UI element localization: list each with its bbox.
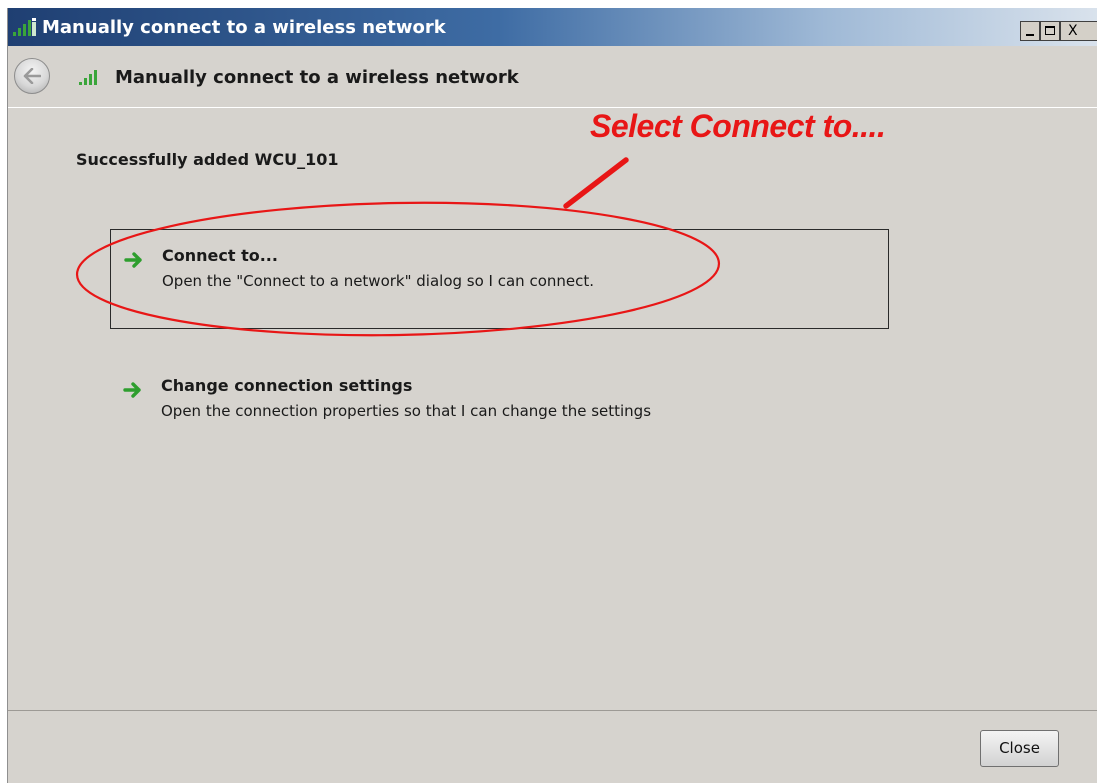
option-description: Open the "Connect to a network" dialog s… bbox=[162, 272, 595, 290]
back-arrow-icon bbox=[23, 68, 41, 84]
minimize-icon bbox=[1026, 34, 1034, 36]
status-message: Successfully added WCU_101 bbox=[76, 150, 339, 169]
navigation-bar: Manually connect to a wireless network bbox=[8, 46, 1097, 108]
green-arrow-icon bbox=[124, 252, 142, 268]
minimize-button[interactable] bbox=[1020, 21, 1040, 41]
change-connection-settings-option[interactable]: Change connection settings Open the conn… bbox=[110, 365, 889, 445]
annotation-callout: Select Connect to.... bbox=[590, 108, 886, 144]
option-title: Connect to... bbox=[162, 246, 278, 265]
close-button[interactable]: Close bbox=[980, 730, 1059, 767]
option-description: Open the connection properties so that I… bbox=[161, 402, 652, 420]
window-title: Manually connect to a wireless network bbox=[42, 17, 446, 38]
wireless-signal-icon bbox=[13, 18, 36, 36]
connect-to-option[interactable]: Connect to... Open the "Connect to a net… bbox=[110, 229, 889, 329]
title-bar[interactable]: Manually connect to a wireless network X bbox=[8, 8, 1097, 46]
close-icon: X bbox=[1068, 23, 1078, 39]
maximize-icon bbox=[1045, 26, 1055, 35]
wireless-signal-icon bbox=[79, 70, 97, 85]
option-title: Change connection settings bbox=[161, 376, 413, 395]
page-title: Manually connect to a wireless network bbox=[115, 67, 519, 88]
dialog-window: Manually connect to a wireless network X… bbox=[7, 8, 1097, 783]
dialog-footer: Close bbox=[8, 710, 1097, 783]
maximize-button[interactable] bbox=[1040, 21, 1060, 41]
back-button[interactable] bbox=[14, 58, 50, 94]
green-arrow-icon bbox=[123, 382, 141, 398]
window-close-button[interactable]: X bbox=[1060, 21, 1097, 41]
